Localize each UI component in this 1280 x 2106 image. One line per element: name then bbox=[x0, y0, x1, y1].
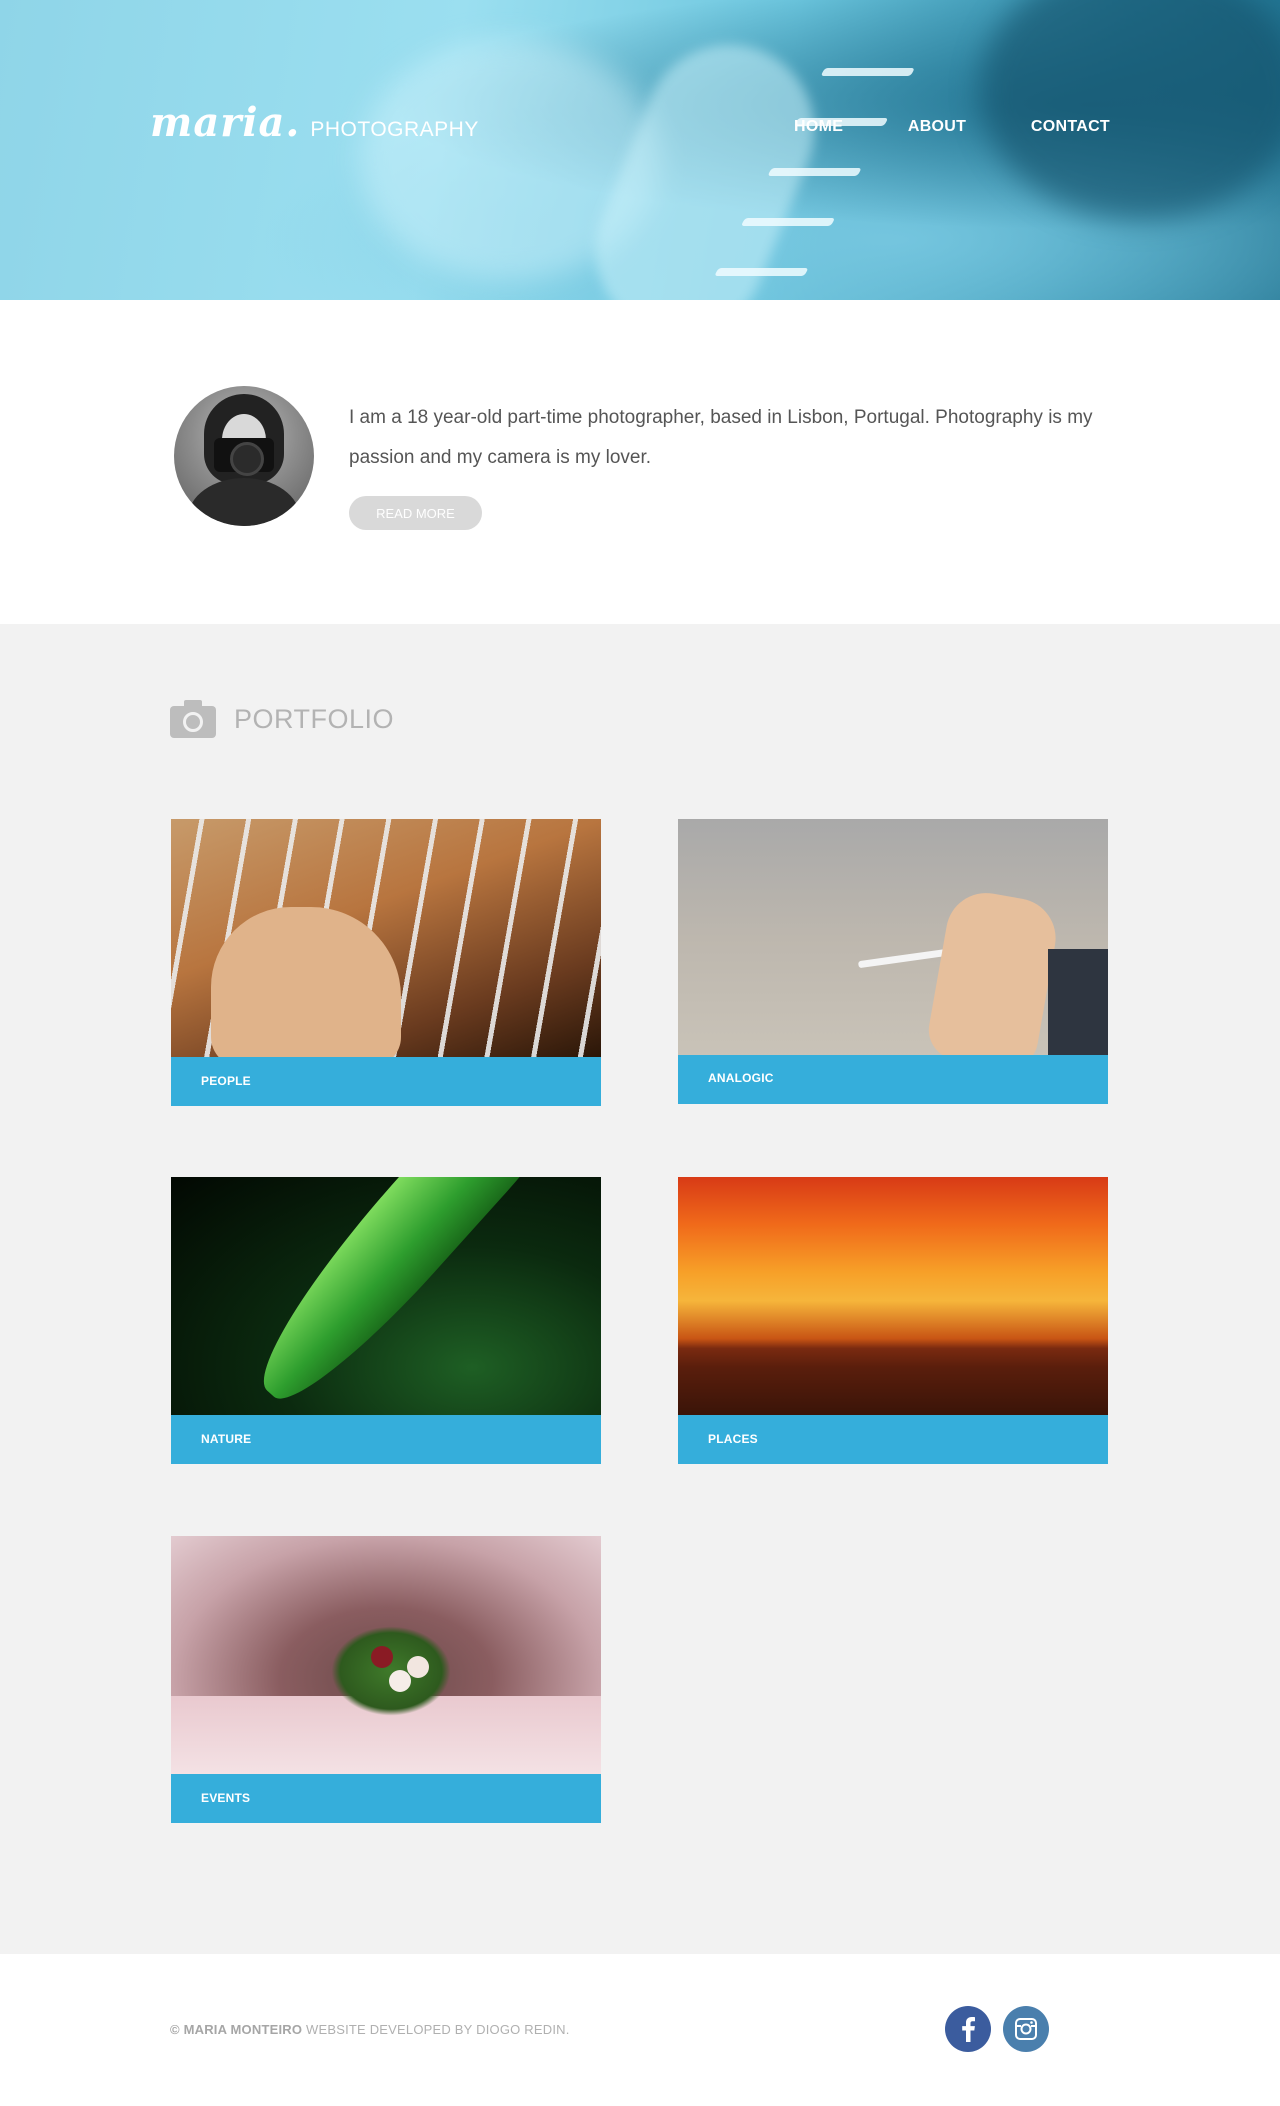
logo[interactable]: maria. PHOTOGRAPHY bbox=[150, 100, 479, 146]
card-label: PLACES bbox=[708, 1432, 758, 1446]
hero-banner: maria. PHOTOGRAPHY HOME ABOUT CONTACT bbox=[0, 0, 1280, 300]
portfolio-card-analogic[interactable]: ANALOGIC bbox=[678, 819, 1108, 1106]
main-nav: HOME ABOUT CONTACT bbox=[794, 118, 1110, 136]
portfolio-heading: PORTFOLIO bbox=[170, 700, 394, 738]
card-photo bbox=[171, 1536, 601, 1776]
card-label: ANALOGIC bbox=[708, 1071, 774, 1085]
nav-contact[interactable]: CONTACT bbox=[1031, 118, 1110, 136]
avatar bbox=[174, 386, 314, 526]
portfolio-card-people[interactable]: PEOPLE bbox=[171, 819, 601, 1106]
nav-home[interactable]: HOME bbox=[794, 118, 843, 136]
portfolio-title: PORTFOLIO bbox=[234, 703, 395, 734]
card-label: PEOPLE bbox=[201, 1074, 251, 1088]
portfolio-card-nature[interactable]: NATURE bbox=[171, 1177, 601, 1464]
about-text: I am a 18 year-old part-time photographe… bbox=[349, 407, 1093, 468]
card-photo bbox=[171, 1177, 601, 1421]
facebook-icon[interactable] bbox=[945, 2006, 991, 2052]
camera-icon bbox=[170, 700, 216, 738]
footer-credits: © MARIA MONTEIRO WEBSITE DEVELOPED BY DI… bbox=[170, 2022, 570, 2037]
card-photo bbox=[678, 1177, 1108, 1415]
logo-script: maria. bbox=[150, 99, 301, 146]
nav-about[interactable]: ABOUT bbox=[908, 118, 966, 136]
card-label: EVENTS bbox=[201, 1791, 251, 1805]
developer-credit: WEBSITE DEVELOPED BY DIOGO REDIN. bbox=[302, 2022, 570, 2037]
hero-shadow bbox=[980, 0, 1280, 220]
copyright-name: © MARIA MONTEIRO bbox=[170, 2022, 303, 2037]
card-photo bbox=[171, 819, 601, 1067]
card-photo bbox=[678, 819, 1108, 1079]
portfolio-card-events[interactable]: EVENTS bbox=[171, 1536, 601, 1823]
logo-subtitle: PHOTOGRAPHY bbox=[310, 118, 479, 141]
portfolio-card-places[interactable]: PLACES bbox=[678, 1177, 1108, 1464]
read-more-button[interactable]: READ MORE bbox=[349, 496, 482, 530]
instagram-icon[interactable] bbox=[1003, 2006, 1049, 2052]
card-label: NATURE bbox=[201, 1432, 252, 1446]
